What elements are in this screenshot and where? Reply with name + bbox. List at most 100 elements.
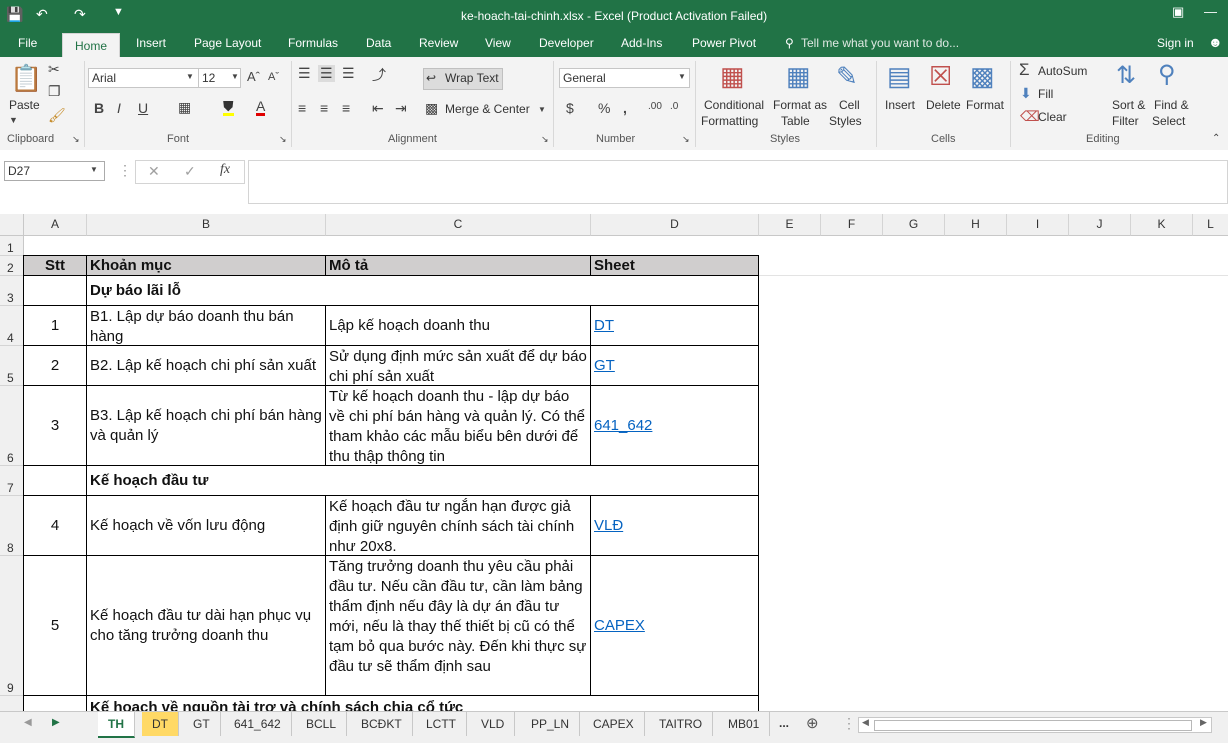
column-header-a[interactable]: A [24, 214, 87, 236]
scroll-left-icon[interactable]: ◀ [24, 717, 32, 728]
merge-center-icon[interactable]: ▩ [425, 100, 438, 117]
row-header-1[interactable]: 1 [0, 236, 24, 256]
header-desc[interactable]: Mô tả [326, 256, 591, 276]
underline-icon[interactable]: U [138, 100, 148, 116]
increase-indent-icon[interactable]: ⇥ [395, 100, 407, 117]
find-select-icon[interactable]: ⚲ [1158, 60, 1176, 89]
number-format-select[interactable]: General [559, 68, 690, 88]
section-title[interactable]: Kế hoạch về nguồn tài trợ và chính sách … [87, 696, 759, 711]
row-header-9[interactable]: 9 [0, 556, 24, 696]
cell-item[interactable]: B2. Lập kế hoạch chi phí sản xuất [87, 346, 326, 386]
tab-file[interactable]: File [18, 36, 37, 50]
sheet-link[interactable]: GT [594, 356, 615, 376]
cell-stt[interactable]: 4 [24, 496, 87, 556]
conditional-formatting-icon[interactable]: ▦ [720, 61, 745, 92]
enter-icon[interactable]: ✓ [184, 163, 196, 180]
sheet-link[interactable]: CAPEX [594, 616, 645, 636]
clear-button[interactable]: Clear [1038, 110, 1067, 124]
decrease-indent-icon[interactable]: ⇤ [372, 100, 384, 117]
fill-button[interactable]: Fill [1038, 87, 1053, 101]
insert-button[interactable]: Insert [885, 98, 915, 112]
chevron-down-icon[interactable]: ▼ [90, 165, 98, 174]
chevron-down-icon[interactable]: ▼ [186, 72, 194, 81]
cell-stt[interactable]: 3 [24, 386, 87, 466]
font-color-icon[interactable]: A [256, 99, 266, 116]
cell-item[interactable]: Kế hoạch về vốn lưu động [87, 496, 326, 556]
paste-dropdown-icon[interactable]: ▼ [9, 115, 18, 125]
conditional-formatting-button[interactable]: Conditional [704, 98, 764, 112]
bold-icon[interactable]: B [94, 100, 104, 116]
cell-stt[interactable]: 1 [24, 306, 87, 346]
align-top-icon[interactable]: ☰ [298, 65, 311, 82]
column-header-l[interactable]: L [1193, 214, 1228, 236]
format-as-table-icon[interactable]: ▦ [786, 61, 811, 92]
autosum-icon[interactable]: Σ [1019, 60, 1030, 80]
row-header-6[interactable]: 6 [0, 386, 24, 466]
sheet-tab-taitro[interactable]: TAITRO [649, 712, 714, 736]
cancel-icon[interactable]: ✕ [148, 163, 160, 180]
scroll-right-arrow-icon[interactable]: ▶ [1200, 717, 1207, 728]
paste-button[interactable]: Paste [9, 98, 40, 112]
cell-desc[interactable]: Lập kế hoạch doanh thu [326, 306, 591, 346]
sheet-tab-bcll[interactable]: BCLL [296, 712, 348, 736]
collapse-ribbon-icon[interactable]: ⌃ [1212, 133, 1220, 144]
clipboard-launcher-icon[interactable]: ↘ [72, 134, 80, 145]
minimize-icon[interactable]: — [1204, 4, 1217, 19]
format-as-table-line2[interactable]: Table [781, 114, 810, 128]
sheet-link[interactable]: DT [594, 316, 614, 336]
column-header-d[interactable]: D [591, 214, 759, 236]
tell-me-box[interactable]: Tell me what you want to do... [801, 36, 959, 50]
sheet-tab-bcdkt[interactable]: BCĐKT [351, 712, 413, 736]
cell-stt[interactable]: 2 [24, 346, 87, 386]
column-header-g[interactable]: G [883, 214, 945, 236]
scrollbar-thumb[interactable] [874, 720, 1192, 731]
share-icon[interactable]: ☻ [1208, 34, 1223, 50]
tab-data[interactable]: Data [366, 36, 391, 50]
clear-icon[interactable]: ⌫ [1020, 108, 1040, 125]
column-header-f[interactable]: F [821, 214, 883, 236]
format-cells-icon[interactable]: ▩ [970, 61, 995, 92]
find-select-line2[interactable]: Select [1152, 114, 1185, 128]
column-header-b[interactable]: B [87, 214, 326, 236]
scroll-left-arrow-icon[interactable]: ◀ [862, 717, 869, 728]
sheet-tab-pp-ln[interactable]: PP_LN [521, 712, 581, 736]
number-launcher-icon[interactable]: ↘ [682, 134, 690, 145]
cell-a7[interactable] [24, 466, 87, 496]
sheet-tab-mb01[interactable]: MB01 [718, 712, 771, 736]
row-header-2[interactable]: 2 [0, 256, 24, 276]
copy-icon[interactable]: ❐ [48, 83, 61, 100]
sheet-tab-capex[interactable]: CAPEX [583, 712, 645, 736]
wrap-text-button[interactable]: ↩ Wrap Text [423, 68, 503, 90]
add-sheet-icon[interactable]: ⊕ [806, 714, 819, 732]
cell-desc[interactable]: Tăng trưởng doanh thu yêu cầu phải đầu t… [326, 556, 591, 696]
cell-desc[interactable]: Sử dụng định mức sản xuất để dự báo chi … [326, 346, 591, 386]
currency-icon[interactable]: $ [566, 100, 574, 116]
tab-power-pivot[interactable]: Power Pivot [692, 36, 756, 50]
delete-cells-icon[interactable]: ☒ [929, 61, 952, 92]
tab-page-layout[interactable]: Page Layout [194, 36, 261, 50]
header-stt[interactable]: Stt [24, 256, 87, 276]
column-header-c[interactable]: C [326, 214, 591, 236]
header-item[interactable]: Khoản mục [87, 256, 326, 276]
sheet-tab-th[interactable]: TH [98, 712, 135, 738]
borders-icon[interactable]: ▦ [178, 99, 191, 116]
cell-desc[interactable]: Từ kế hoạch doanh thu - lập dự báo về ch… [326, 386, 591, 466]
format-as-table-button[interactable]: Format as [773, 98, 827, 112]
sheet-tab-gt[interactable]: GT [183, 712, 221, 736]
sheet-tab-vld[interactable]: VLD [471, 712, 516, 736]
delete-button[interactable]: Delete [926, 98, 961, 112]
tab-home[interactable]: Home [62, 33, 121, 58]
column-header-i[interactable]: I [1007, 214, 1069, 236]
column-header-h[interactable]: H [945, 214, 1007, 236]
orientation-icon[interactable]: ⤴ [372, 65, 386, 85]
decrease-font-icon[interactable]: Aˇ [268, 71, 279, 83]
comma-style-icon[interactable]: , [623, 100, 627, 116]
select-all-corner[interactable] [0, 214, 24, 236]
chevron-down-icon[interactable]: ▼ [538, 105, 546, 114]
scroll-right-icon[interactable]: ▶ [52, 717, 60, 728]
decrease-decimal-icon[interactable]: .0 [670, 101, 678, 112]
font-name-select[interactable]: Arial [88, 68, 199, 88]
section-title[interactable]: Dự báo lãi lỗ [87, 276, 759, 306]
increase-font-icon[interactable]: Aˆ [247, 69, 260, 84]
alignment-launcher-icon[interactable]: ↘ [541, 134, 549, 145]
